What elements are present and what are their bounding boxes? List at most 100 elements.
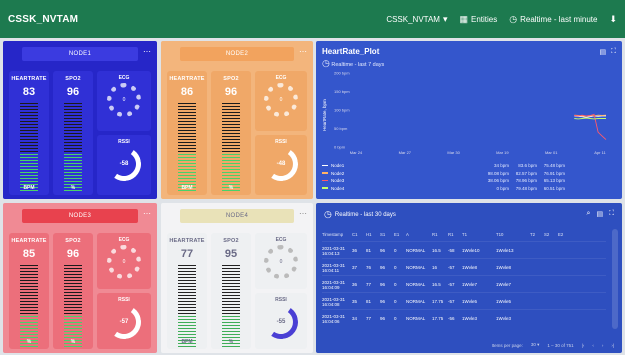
heartrate-card: HEARTRATE 77 BPM bbox=[167, 233, 207, 349]
rssi-label: RSSI bbox=[275, 297, 287, 303]
legend-swatch bbox=[322, 187, 328, 189]
rssi-label: RSSI bbox=[118, 139, 130, 145]
table-title: ◷ Realtime - last 30 days bbox=[324, 210, 396, 219]
table-cell: 1Wvle7 bbox=[462, 282, 478, 287]
heartrate-bar bbox=[20, 103, 38, 193]
series-line-node4 bbox=[574, 117, 606, 120]
heartrate-value: 83 bbox=[22, 86, 36, 98]
heartrate-value: 85 bbox=[22, 248, 36, 260]
legend-name: Node1 bbox=[331, 163, 345, 168]
heartrate-label: HEARTRATE bbox=[169, 76, 205, 82]
spo2-unit: % bbox=[228, 339, 234, 345]
ecg-label: ECG bbox=[275, 75, 287, 81]
table-cell: 96 bbox=[380, 299, 386, 304]
table-cell: 96 bbox=[380, 316, 386, 321]
column-header[interactable]: E2 bbox=[558, 232, 572, 237]
heartrate-unit: % bbox=[26, 339, 32, 345]
page-range-label: 1 – 30 of 751 bbox=[547, 342, 574, 348]
column-header[interactable]: T10 bbox=[496, 232, 530, 237]
timewindow-label: Realtime - last minute bbox=[520, 14, 598, 24]
table-cell: 96 bbox=[380, 248, 386, 253]
download-button[interactable]: ⬇ bbox=[609, 14, 617, 24]
table-cell: 77 bbox=[366, 282, 372, 287]
last-page-icon[interactable]: ›| bbox=[611, 343, 614, 348]
more-icon[interactable]: ⋯ bbox=[143, 209, 151, 218]
column-header[interactable]: R1 bbox=[448, 232, 462, 237]
table-cell: 96 bbox=[380, 282, 386, 287]
legend-name: Node3 bbox=[331, 178, 345, 183]
column-header[interactable]: A bbox=[406, 232, 432, 237]
prev-page-icon[interactable]: ‹ bbox=[592, 343, 594, 348]
spo2-unit: % bbox=[228, 185, 234, 191]
column-header[interactable]: Timestamp bbox=[322, 232, 352, 237]
first-page-icon[interactable]: |‹ bbox=[582, 343, 585, 348]
table-row[interactable]: 2021-03-31 16:04:11 37 76 96 0 NORMAL 16 -57 1Wv… bbox=[322, 258, 606, 276]
column-header[interactable]: T1 bbox=[462, 232, 496, 237]
clock-icon: ◷ bbox=[509, 13, 518, 24]
table-cell: 17.75 bbox=[432, 299, 444, 304]
table-cell: 81 bbox=[366, 299, 372, 304]
rssi-gauge: RSSI -58 bbox=[97, 135, 151, 195]
timewindow-button[interactable]: ◷ Realtime - last minute bbox=[509, 13, 598, 24]
fullscreen-icon[interactable]: ⛶ bbox=[609, 210, 614, 218]
legend-row[interactable]: Node4 0 bpm 79.48 bpm 60.51 bpm bbox=[322, 186, 622, 191]
legend-row[interactable]: Node1 34 bpm 83.6 bpm 75.48 bpm bbox=[322, 163, 622, 168]
table-cell: 1Wvle3 bbox=[462, 316, 478, 321]
table-row[interactable]: 2021-03-31 16:04:06 34 77 96 0 NORMAL 17.75 -56… bbox=[322, 309, 606, 327]
table-cell: -57 bbox=[448, 299, 455, 304]
table-row[interactable]: 2021-03-31 16:04:08 35 81 96 0 NORMAL 17.75 -57… bbox=[322, 292, 606, 310]
rssi-value: -57 bbox=[119, 319, 129, 325]
x-tick-label: Mar 01 bbox=[545, 150, 558, 155]
spo2-bar bbox=[222, 103, 240, 193]
table-row[interactable]: 2021-03-31 16:04:13 36 81 96 0 NORMAL 16.5 -58 1… bbox=[322, 241, 606, 259]
ecg-value: 0 bbox=[122, 259, 126, 265]
node-title: NODE4 bbox=[180, 209, 294, 223]
heartrate-label: HEARTRATE bbox=[169, 238, 205, 244]
heartrate-card: HEARTRATE 86 BPM bbox=[167, 71, 207, 195]
pagination: Items per page: 30 ▾ 1 – 30 of 751 |‹ ‹ … bbox=[316, 340, 622, 350]
more-icon[interactable]: ⋯ bbox=[299, 209, 307, 218]
spo2-bar bbox=[64, 265, 82, 349]
table-cell: 1Wvle8 bbox=[462, 265, 478, 270]
y-tick-label: 50 bpm bbox=[334, 126, 348, 131]
legend-stat: 76.91 bpm bbox=[543, 170, 565, 176]
table-cell: 35 bbox=[352, 299, 358, 304]
column-header[interactable]: C1 bbox=[352, 232, 366, 237]
table-scrollbar[interactable] bbox=[612, 229, 618, 329]
y-tick-label: 150 bpm bbox=[334, 89, 350, 94]
table-row[interactable]: 2021-03-31 16:04:09 36 77 96 0 NORMAL 16.5 -57 1… bbox=[322, 275, 606, 293]
spo2-unit: % bbox=[70, 185, 76, 191]
column-header[interactable]: T2 bbox=[530, 232, 544, 237]
caret-down-icon: ▾ bbox=[442, 13, 448, 24]
column-header[interactable]: S2 bbox=[544, 232, 558, 237]
node-panel-4: NODE4 ⋯ HEARTRATE 77 BPM SPO2 95 % ECG 0 RSS… bbox=[161, 203, 313, 353]
legend-name: Node4 bbox=[331, 185, 345, 191]
table-cell: 1Wvle13 bbox=[496, 248, 514, 253]
legend-row[interactable]: Node2 98.08 bpm 82.57 bpm 76.91 bpm bbox=[322, 171, 622, 176]
legend-stat: 65.13 bpm bbox=[543, 178, 565, 183]
rssi-label: RSSI bbox=[275, 139, 287, 145]
column-header[interactable]: E1 bbox=[394, 232, 406, 237]
y-tick-label: 0 bpm bbox=[334, 145, 346, 150]
more-icon[interactable]: ⋯ bbox=[299, 47, 307, 56]
spo2-label: SPO2 bbox=[65, 76, 81, 82]
legend-stat: 60.51 bpm bbox=[543, 185, 565, 191]
heartrate-value: 77 bbox=[180, 248, 194, 260]
export-icon[interactable]: ▤ bbox=[596, 210, 603, 218]
rssi-gauge: RSSI -55 bbox=[255, 293, 307, 349]
entities-button[interactable]: ▦ Entities bbox=[459, 14, 497, 24]
more-icon[interactable]: ⋯ bbox=[143, 47, 151, 56]
spo2-card: SPO2 96 % bbox=[53, 233, 93, 349]
table-cell: 1Wvle10 bbox=[462, 248, 480, 253]
ecg-label: ECG bbox=[118, 75, 130, 81]
legend-row[interactable]: Node3 38.06 bpm 78.96 bpm 65.13 bpm bbox=[322, 178, 622, 183]
next-page-icon[interactable]: › bbox=[602, 343, 604, 348]
node-title: NODE3 bbox=[22, 209, 138, 223]
column-header[interactable]: S1 bbox=[380, 232, 394, 237]
heartrate-card: HEARTRATE 85 % bbox=[9, 233, 49, 349]
column-header[interactable]: R1 bbox=[432, 232, 448, 237]
org-menu[interactable]: CSSK_NVTAM ▾ bbox=[386, 13, 448, 24]
column-header[interactable]: H1 bbox=[366, 232, 380, 237]
items-per-page-select[interactable]: 30 ▾ bbox=[531, 342, 540, 348]
search-icon[interactable]: ⌕ bbox=[587, 210, 591, 218]
